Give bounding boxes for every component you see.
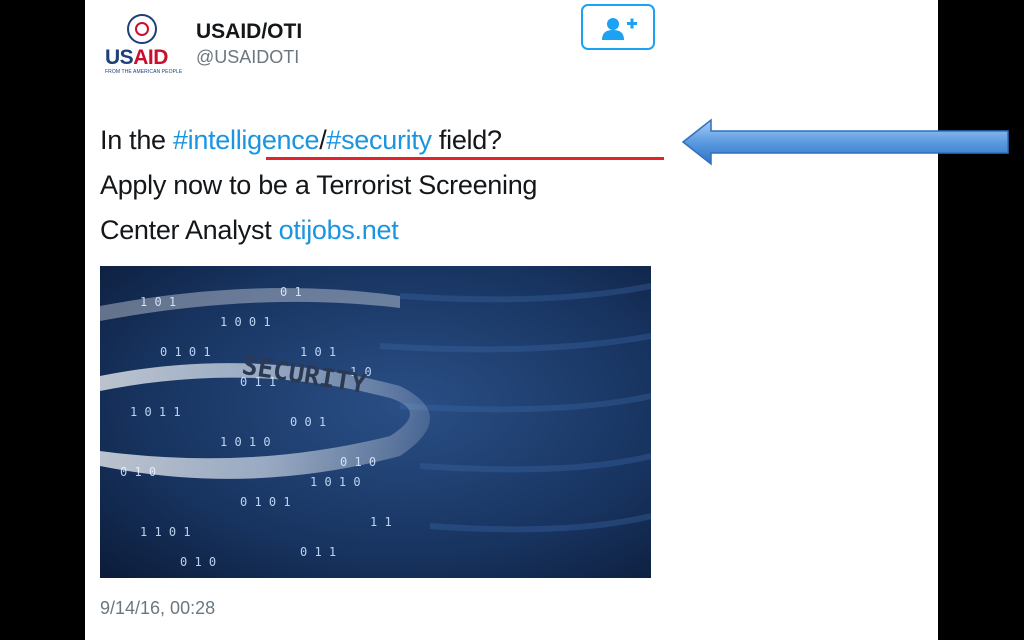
follow-button[interactable]: [581, 4, 655, 50]
svg-text:0 0 1: 0 0 1: [290, 415, 326, 429]
svg-text:1 0 1 1: 1 0 1 1: [130, 405, 181, 419]
hashtag-intelligence-link[interactable]: #intelligence: [173, 125, 320, 155]
svg-text:1 0 1 0: 1 0 1 0: [310, 475, 361, 489]
usaid-seal-icon: [127, 14, 157, 44]
annotation-arrow-icon: [681, 118, 1009, 166]
display-name[interactable]: USAID/OTI: [196, 20, 302, 44]
svg-text:0 1 0: 0 1 0: [180, 555, 216, 569]
add-user-icon: [602, 18, 637, 40]
tweet-text: In the #intelligence/#security field? Ap…: [100, 118, 660, 253]
logo-wordmark: USAID: [105, 46, 168, 69]
svg-text:1 1 0 1: 1 1 0 1: [140, 525, 191, 539]
hashtag-security-link[interactable]: #security: [326, 125, 432, 155]
otijobs-link[interactable]: otijobs.net: [279, 215, 399, 245]
user-handle[interactable]: @USAIDOTI: [196, 47, 299, 68]
svg-text:0 1 1: 0 1 1: [300, 545, 336, 559]
annotation-red-underline: [266, 157, 664, 160]
logo-tagline: FROM THE AMERICAN PEOPLE: [105, 69, 183, 75]
tweet-prefix: In the: [100, 125, 173, 155]
svg-text:0 1 0 1: 0 1 0 1: [240, 495, 291, 509]
svg-text:1 1: 1 1: [370, 515, 392, 529]
usaid-logo[interactable]: USAID FROM THE AMERICAN PEOPLE: [105, 14, 182, 76]
tweet-after-hashtags: field?: [431, 125, 502, 155]
svg-text:1 0 1: 1 0 1: [300, 345, 336, 359]
security-binary-image: 1 0 1 0 1 0 1 1 0 1 1 0 1 0 1 1 0 1 0 1 0 1…: [100, 266, 651, 578]
svg-text:1 0 1 0: 1 0 1 0: [220, 435, 271, 449]
tweet-timestamp[interactable]: 9/14/16, 00:28: [100, 598, 215, 619]
tweet-line-3-prefix: Center Analyst: [100, 215, 279, 245]
svg-text:1 0 0 1: 1 0 0 1: [220, 315, 271, 329]
tweet-line-2: Apply now to be a Terrorist Screening: [100, 170, 538, 200]
svg-text:0 1 0 1: 0 1 0 1: [160, 345, 211, 359]
tweet-media-image[interactable]: 1 0 1 0 1 0 1 1 0 1 1 0 1 0 1 1 0 1 0 1 0 1…: [100, 266, 651, 578]
